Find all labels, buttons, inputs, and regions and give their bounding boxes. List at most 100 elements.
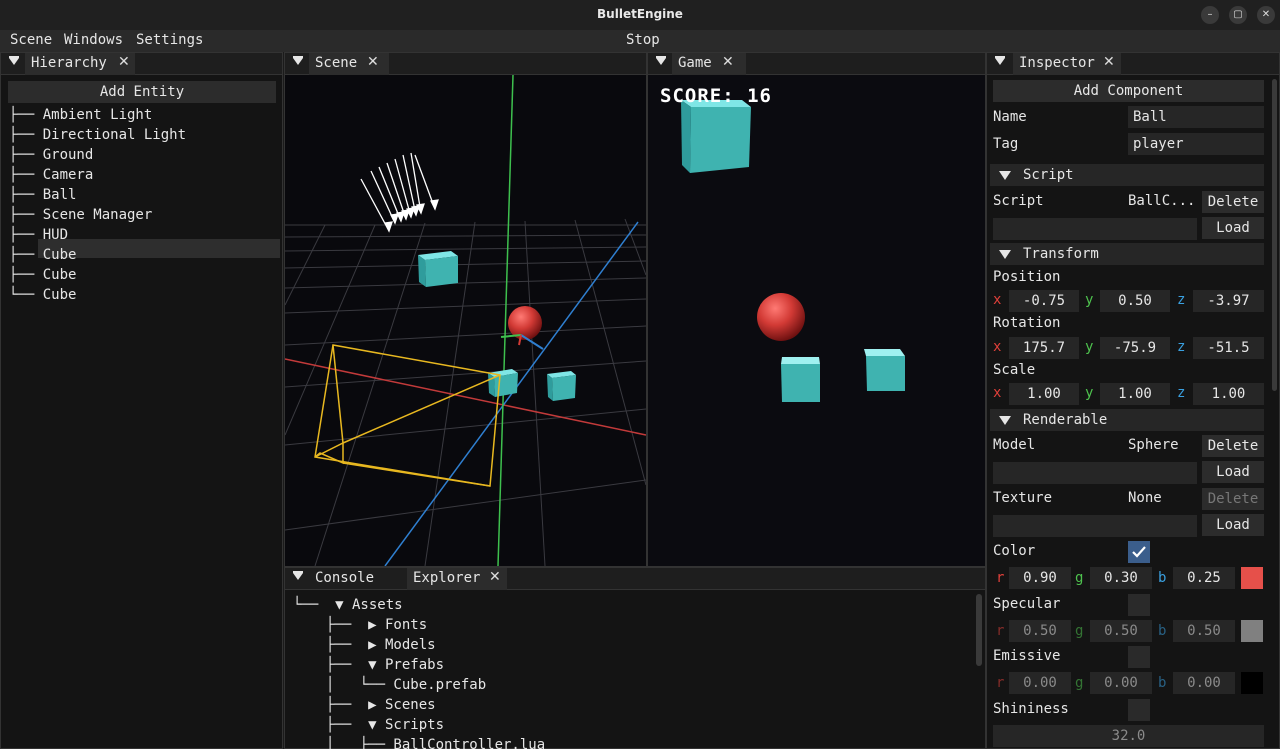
- script-value: BallC...: [1128, 193, 1196, 209]
- hierarchy-item-selected[interactable]: ├── Ball: [9, 187, 76, 203]
- specular-b-field[interactable]: 0.50: [1173, 620, 1235, 642]
- close-icon[interactable]: ✕: [1103, 54, 1115, 70]
- transform-section-title: Transform: [1023, 246, 1099, 262]
- specular-checkbox[interactable]: [1128, 594, 1150, 616]
- position-x-field[interactable]: -0.75: [1009, 290, 1079, 312]
- scene-cube: [418, 251, 458, 287]
- close-icon[interactable]: ✕: [367, 54, 379, 70]
- explorer-scrollbar[interactable]: [976, 594, 982, 666]
- panel-menu-icon[interactable]: [293, 571, 303, 580]
- axis-x-label: x: [993, 292, 1002, 308]
- emissive-swatch[interactable]: [1241, 672, 1263, 694]
- minimize-button[interactable]: –: [1201, 6, 1219, 24]
- inspector-scrollbar[interactable]: [1272, 79, 1277, 391]
- script-delete-button[interactable]: Delete: [1202, 191, 1264, 213]
- renderable-section-header[interactable]: Renderable: [990, 409, 1264, 431]
- emissive-r-field[interactable]: 0.00: [1009, 672, 1071, 694]
- emissive-b-field[interactable]: 0.00: [1173, 672, 1235, 694]
- specular-swatch[interactable]: [1241, 620, 1263, 642]
- hierarchy-item[interactable]: ├── Directional Light: [9, 127, 186, 143]
- menu-settings[interactable]: Settings: [136, 32, 203, 48]
- model-path-field[interactable]: [993, 462, 1197, 484]
- transform-section-header[interactable]: Transform: [990, 243, 1264, 265]
- explorer-item[interactable]: │ └── Cube.prefab: [326, 677, 486, 693]
- hierarchy-item[interactable]: ├── Ground: [9, 147, 93, 163]
- texture-delete-button[interactable]: Delete: [1202, 488, 1264, 510]
- close-icon[interactable]: ✕: [118, 54, 130, 70]
- emissive-g-field[interactable]: 0.00: [1090, 672, 1152, 694]
- add-component-button[interactable]: Add Component: [993, 80, 1264, 102]
- color-g-field[interactable]: 0.30: [1090, 567, 1152, 589]
- explorer-item[interactable]: └── ▼ Assets: [293, 597, 403, 613]
- script-path-field[interactable]: [993, 218, 1197, 240]
- menu-scene[interactable]: Scene: [10, 32, 52, 48]
- hierarchy-item[interactable]: ├── HUD: [9, 227, 68, 243]
- shininess-checkbox[interactable]: [1128, 699, 1150, 721]
- rotation-x-field[interactable]: 175.7: [1009, 337, 1079, 359]
- explorer-item[interactable]: ├── ▶ Scenes: [326, 697, 436, 713]
- scene-viewport[interactable]: [285, 75, 646, 566]
- color-swatch[interactable]: [1241, 567, 1263, 589]
- hierarchy-item[interactable]: ├── Cube: [9, 267, 76, 283]
- hierarchy-item[interactable]: ├── Cube: [9, 247, 76, 263]
- model-load-button[interactable]: Load: [1202, 461, 1264, 483]
- rotation-label: Rotation: [993, 315, 1061, 331]
- position-label: Position: [993, 269, 1061, 285]
- score-label: SCORE:: [660, 85, 735, 107]
- color-b-field[interactable]: 0.25: [1173, 567, 1235, 589]
- position-z-field[interactable]: -3.97: [1193, 290, 1264, 312]
- color-r-field[interactable]: 0.90: [1009, 567, 1071, 589]
- tab-explorer-label: Explorer: [413, 570, 481, 586]
- tab-game-label: Game: [678, 55, 712, 71]
- panel-menu-icon[interactable]: [656, 56, 666, 65]
- panel-menu-icon[interactable]: [995, 56, 1005, 65]
- panel-menu-icon[interactable]: [9, 56, 19, 65]
- position-y-field[interactable]: 0.50: [1100, 290, 1170, 312]
- collapse-arrow-icon: [999, 250, 1011, 259]
- texture-load-button[interactable]: Load: [1202, 514, 1264, 536]
- shininess-field[interactable]: 32.0: [993, 725, 1264, 747]
- scale-y-field[interactable]: 1.00: [1100, 383, 1170, 405]
- explorer-item[interactable]: │ ├── BallController.lua: [326, 737, 545, 749]
- tag-field[interactable]: player: [1128, 133, 1264, 155]
- channel-g-label: g: [1075, 623, 1084, 639]
- explorer-item[interactable]: ├── ▼ Scripts: [326, 717, 444, 733]
- add-entity-button[interactable]: Add Entity: [8, 81, 276, 103]
- specular-r-field[interactable]: 0.50: [1009, 620, 1071, 642]
- menu-windows[interactable]: Windows: [64, 32, 123, 48]
- scale-z-field[interactable]: 1.00: [1193, 383, 1264, 405]
- color-checkbox[interactable]: [1128, 541, 1150, 563]
- scale-x-field[interactable]: 1.00: [1009, 383, 1079, 405]
- rotation-y-field[interactable]: -75.9: [1100, 337, 1170, 359]
- tab-game[interactable]: Game: [672, 53, 746, 75]
- maximize-button[interactable]: ▢: [1229, 6, 1247, 24]
- explorer-item[interactable]: ├── ▶ Fonts: [326, 617, 427, 633]
- close-window-button[interactable]: ✕: [1257, 6, 1275, 24]
- tab-console-label: Console: [315, 570, 375, 586]
- panel-menu-icon[interactable]: [293, 56, 303, 65]
- tab-console[interactable]: Console: [309, 568, 397, 590]
- emissive-checkbox[interactable]: [1128, 646, 1150, 668]
- explorer-item[interactable]: ├── ▼ Prefabs: [326, 657, 444, 673]
- name-field[interactable]: Ball: [1128, 106, 1264, 128]
- texture-path-field[interactable]: [993, 515, 1197, 537]
- hierarchy-item[interactable]: ├── Camera: [9, 167, 93, 183]
- specular-g-field[interactable]: 0.50: [1090, 620, 1152, 642]
- game-tabbar: Game ✕: [648, 53, 985, 75]
- scene-tabbar: Scene ✕: [285, 53, 646, 75]
- window-title: BulletEngine: [597, 7, 683, 21]
- stop-button[interactable]: Stop: [626, 32, 660, 48]
- model-delete-button[interactable]: Delete: [1202, 435, 1264, 457]
- script-load-button[interactable]: Load: [1202, 217, 1264, 239]
- explorer-item[interactable]: ├── ▶ Models: [326, 637, 436, 653]
- hierarchy-item[interactable]: ├── Ambient Light: [9, 107, 152, 123]
- close-icon[interactable]: ✕: [489, 569, 501, 585]
- close-icon[interactable]: ✕: [722, 54, 734, 70]
- channel-g-label: g: [1075, 675, 1084, 691]
- hierarchy-item[interactable]: ├── Scene Manager: [9, 207, 152, 223]
- game-viewport[interactable]: [648, 75, 985, 566]
- axis-y-label: y: [1085, 385, 1094, 401]
- rotation-z-field[interactable]: -51.5: [1193, 337, 1264, 359]
- script-section-header[interactable]: Script: [990, 164, 1264, 186]
- hierarchy-item[interactable]: └── Cube: [9, 287, 76, 303]
